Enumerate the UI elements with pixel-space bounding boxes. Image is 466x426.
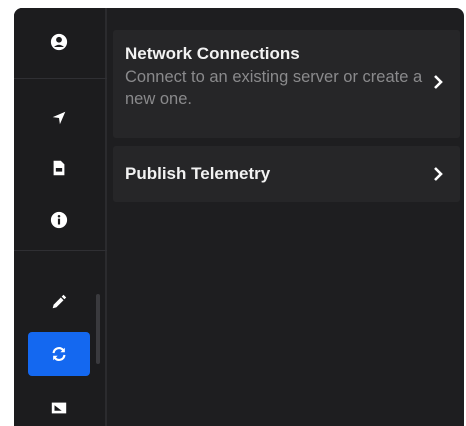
sidebar-item-sync[interactable] [28,332,90,376]
app-window: Network Connections Connect to an existi… [14,8,464,426]
file-icon [53,160,65,176]
image-icon [51,402,67,414]
sidebar-item-files[interactable] [28,146,90,190]
card-subtitle: Connect to an existing server or create … [125,68,423,108]
sidebar [14,8,107,426]
location-arrow-icon [52,111,66,125]
main-panel: Network Connections Connect to an existi… [109,8,464,426]
publish-telemetry-card[interactable]: Publish Telemetry [113,146,460,202]
card-title: Publish Telemetry [125,164,271,183]
eyedropper-icon [52,294,67,309]
sidebar-scrollbar[interactable] [96,294,100,364]
chevron-right-icon [434,75,443,89]
card-title: Network Connections [125,44,300,63]
sync-icon [52,347,66,361]
sidebar-divider [14,250,107,251]
user-circle-icon [50,33,68,51]
chevron-right-icon [434,167,443,181]
sidebar-item-display[interactable] [28,386,90,426]
sidebar-item-account[interactable] [28,20,90,64]
sidebar-item-tools[interactable] [28,280,90,324]
sidebar-item-navigate[interactable] [28,96,90,140]
network-connections-card[interactable]: Network Connections Connect to an existi… [113,30,460,138]
info-circle-icon [50,211,68,229]
sidebar-item-about[interactable] [28,198,90,242]
sidebar-divider [14,78,107,79]
